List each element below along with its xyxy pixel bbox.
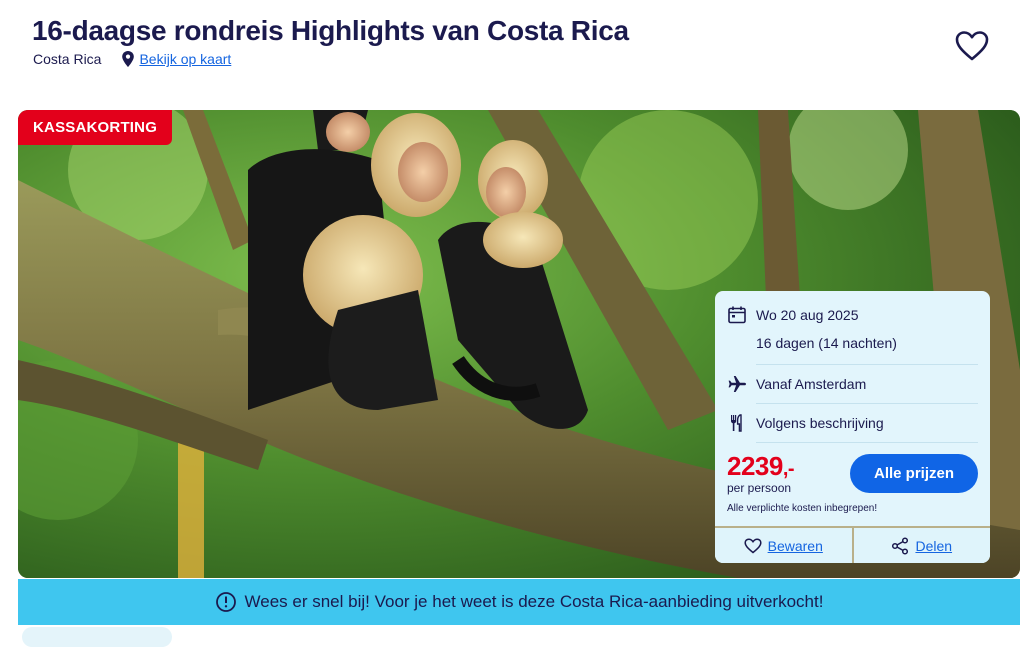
departure-row: Vanaf Amsterdam bbox=[727, 374, 978, 394]
date-row: Wo 20 aug 2025 bbox=[727, 305, 978, 325]
page-header: 16-daagse rondreis Highlights van Costa … bbox=[32, 14, 992, 74]
divider bbox=[756, 403, 978, 404]
price: 2239,- bbox=[727, 451, 795, 482]
share-label: Delen bbox=[915, 537, 953, 554]
calendar-icon bbox=[728, 306, 746, 324]
map-link[interactable]: Bekijk op kaart bbox=[139, 51, 231, 67]
alert-clock-icon bbox=[215, 592, 236, 612]
country-label: Costa Rica bbox=[33, 51, 102, 67]
heart-icon bbox=[744, 537, 762, 553]
meal-plan: Volgens beschrijving bbox=[756, 415, 884, 431]
departure-airport: Vanaf Amsterdam bbox=[756, 376, 867, 392]
airplane-icon bbox=[728, 376, 746, 392]
meals-row: Volgens beschrijving bbox=[727, 413, 978, 433]
discount-badge: KASSAKORTING bbox=[18, 110, 173, 145]
share-icon bbox=[892, 536, 909, 555]
location-line: Costa Rica Bekijk op kaart bbox=[33, 51, 231, 67]
booking-card: Wo 20 aug 2025 16 dagen (14 nachten) Van… bbox=[715, 291, 990, 563]
next-section-placeholder bbox=[22, 627, 172, 647]
duration-row: 16 dagen (14 nachten) bbox=[727, 335, 978, 351]
save-label: Bewaren bbox=[767, 537, 823, 554]
urgency-banner: Wees er snel bij! Voor je het weet is de… bbox=[18, 579, 1020, 625]
urgency-text: Wees er snel bij! Voor je het weet is de… bbox=[244, 592, 824, 611]
price-value: 2239 bbox=[727, 451, 783, 481]
trip-duration: 16 dagen (14 nachten) bbox=[756, 335, 897, 351]
card-actions: Bewaren Delen bbox=[715, 526, 990, 563]
share-button[interactable]: Delen bbox=[851, 528, 990, 563]
per-person-label: per persoon bbox=[727, 481, 792, 495]
divider bbox=[756, 442, 978, 443]
heart-icon[interactable] bbox=[955, 30, 989, 62]
save-button[interactable]: Bewaren bbox=[715, 528, 852, 563]
all-prices-button[interactable]: Alle prijzen bbox=[850, 454, 978, 493]
page-title: 16-daagse rondreis Highlights van Costa … bbox=[32, 15, 629, 46]
map-pin-icon bbox=[122, 51, 135, 67]
fork-knife-icon bbox=[731, 414, 742, 432]
departure-date: Wo 20 aug 2025 bbox=[756, 307, 859, 323]
price-suffix: ,- bbox=[782, 458, 795, 480]
costs-note: Alle verplichte kosten inbegrepen! bbox=[727, 503, 878, 514]
divider bbox=[756, 364, 978, 365]
